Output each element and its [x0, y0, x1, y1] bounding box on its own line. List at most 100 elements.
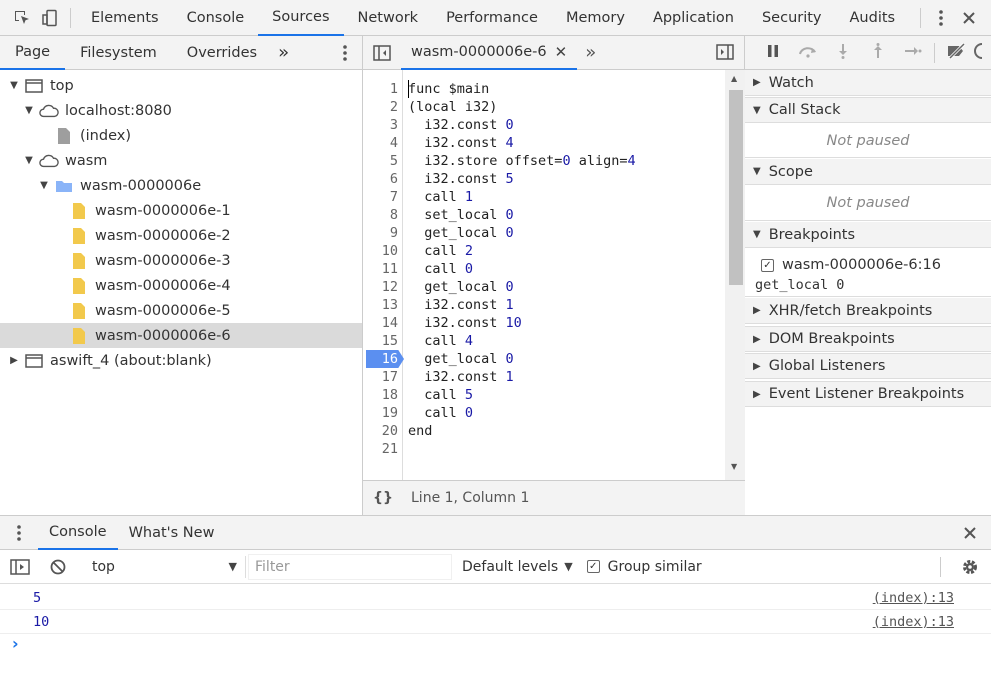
- line-number[interactable]: 5: [363, 152, 398, 170]
- line-number[interactable]: 14: [363, 314, 398, 332]
- drawer-tab-console[interactable]: Console: [38, 516, 118, 550]
- tree-item[interactable]: wasm-0000006e-2: [0, 223, 362, 248]
- scroll-up-arrow[interactable]: ▲: [731, 74, 737, 83]
- line-number[interactable]: 6: [363, 170, 398, 188]
- kebab-menu-icon[interactable]: [927, 0, 955, 36]
- line-number[interactable]: 13: [363, 296, 398, 314]
- tree-item[interactable]: ▼ top: [0, 73, 362, 98]
- line-number[interactable]: 12: [363, 278, 398, 296]
- tab-audits[interactable]: Audits: [836, 0, 910, 36]
- line-number[interactable]: 7: [363, 188, 398, 206]
- drawer-tab-whats-new[interactable]: What's New: [118, 516, 226, 550]
- tab-elements[interactable]: Elements: [77, 0, 173, 36]
- line-number[interactable]: 17: [363, 368, 398, 386]
- tab-application[interactable]: Application: [639, 0, 748, 36]
- tree-item[interactable]: wasm-0000006e-1: [0, 198, 362, 223]
- filter-input[interactable]: Filter: [248, 553, 452, 580]
- device-toolbar-icon[interactable]: [36, 0, 64, 36]
- scrollbar-thumb[interactable]: [729, 90, 743, 285]
- expand-triangle-icon[interactable]: ▼: [23, 105, 35, 116]
- breakpoints-section[interactable]: ▼ Breakpoints: [745, 222, 991, 248]
- close-icon[interactable]: [955, 0, 983, 36]
- xhr-breakpoints-section[interactable]: ▶ XHR/fetch Breakpoints: [745, 298, 991, 324]
- more-tabs-button[interactable]: »: [585, 42, 596, 63]
- step-over-icon[interactable]: [790, 44, 825, 62]
- console-prompt[interactable]: ›: [12, 634, 19, 653]
- group-similar-label: Group similar: [607, 558, 702, 575]
- tab-page[interactable]: Page: [0, 36, 66, 70]
- tab-console[interactable]: Console: [173, 0, 259, 36]
- watch-section[interactable]: ▶ Watch: [745, 70, 991, 96]
- dom-breakpoints-section[interactable]: ▶ DOM Breakpoints: [745, 326, 991, 352]
- tab-performance[interactable]: Performance: [432, 0, 552, 36]
- pause-on-exceptions-icon[interactable]: [974, 42, 982, 63]
- tab-network[interactable]: Network: [344, 0, 433, 36]
- step-icon[interactable]: [895, 45, 930, 61]
- line-number[interactable]: 11: [363, 260, 398, 278]
- group-similar-checkbox[interactable]: ✓: [586, 560, 600, 573]
- line-number[interactable]: 1: [363, 80, 398, 98]
- tab-memory[interactable]: Memory: [552, 0, 639, 36]
- tab-security[interactable]: Security: [748, 0, 836, 36]
- line-gutter[interactable]: 1 2 3 4 5 6 7 8 9 10 11 12 13 14 15 16 17 18 19 20 21: [363, 70, 404, 480]
- deactivate-breakpoints-icon[interactable]: [939, 42, 974, 63]
- console-settings-gear-icon[interactable]: [961, 558, 979, 580]
- call-stack-section[interactable]: ▼ Call Stack: [745, 97, 991, 123]
- editor-tab[interactable]: wasm-0000006e-6 ✕: [401, 36, 578, 70]
- step-into-icon[interactable]: [825, 43, 860, 63]
- scroll-down-arrow[interactable]: ▼: [731, 462, 737, 471]
- line-number[interactable]: 9: [363, 224, 398, 242]
- tab-sources[interactable]: Sources: [258, 0, 344, 36]
- tree-item[interactable]: ▼ wasm: [0, 148, 362, 173]
- close-tab-icon[interactable]: ✕: [555, 43, 568, 61]
- line-number[interactable]: 3: [363, 116, 398, 134]
- line-number[interactable]: 2: [363, 98, 398, 116]
- inspect-element-icon[interactable]: [8, 0, 36, 36]
- event-listener-breakpoints-section[interactable]: ▶ Event Listener Breakpoints: [745, 381, 991, 407]
- toggle-navigator-icon[interactable]: [363, 44, 401, 61]
- line-number[interactable]: 18: [363, 386, 398, 404]
- expand-triangle-icon[interactable]: ▼: [23, 155, 35, 166]
- line-number[interactable]: 15: [363, 332, 398, 350]
- scope-section[interactable]: ▼ Scope: [745, 159, 991, 185]
- line-number[interactable]: 19: [363, 404, 398, 422]
- kebab-menu-icon[interactable]: [342, 44, 348, 66]
- expand-triangle-icon[interactable]: ▼: [38, 180, 50, 191]
- close-drawer-icon[interactable]: [963, 526, 977, 544]
- tree-item[interactable]: wasm-0000006e-3: [0, 248, 362, 273]
- tree-item[interactable]: ▼ wasm-0000006e: [0, 173, 362, 198]
- console-message-source-link[interactable]: (index):13: [873, 590, 954, 606]
- code-area[interactable]: 1 2 3 4 5 6 7 8 9 10 11 12 13 14 15 16 17 18 19 20 21 func $…: [363, 70, 745, 480]
- line-number[interactable]: 8: [363, 206, 398, 224]
- tree-item[interactable]: ▼ localhost:8080: [0, 98, 362, 123]
- tree-item[interactable]: wasm-0000006e-5: [0, 298, 362, 323]
- clear-console-icon[interactable]: [40, 559, 76, 575]
- editor-scrollbar[interactable]: ▲ ▼: [725, 70, 745, 480]
- drawer-kebab-icon[interactable]: [0, 524, 38, 542]
- tab-filesystem[interactable]: Filesystem: [65, 36, 172, 70]
- breakpoint-marker[interactable]: 16: [366, 350, 404, 368]
- pretty-print-button[interactable]: {}: [373, 490, 401, 506]
- console-sidebar-icon[interactable]: [0, 558, 40, 575]
- line-number[interactable]: 21: [363, 440, 398, 458]
- tree-item[interactable]: wasm-0000006e-4: [0, 273, 362, 298]
- tree-item[interactable]: ▶ aswift_4 (about:blank): [0, 348, 362, 373]
- toggle-debugger-icon[interactable]: [716, 44, 734, 64]
- tree-item[interactable]: wasm-0000006e-6: [0, 323, 362, 348]
- context-selector[interactable]: top ▼: [76, 555, 246, 578]
- step-out-icon[interactable]: [860, 42, 895, 63]
- console-message-source-link[interactable]: (index):13: [873, 614, 954, 630]
- more-tabs-button[interactable]: »: [272, 36, 295, 70]
- breakpoint-checkbox[interactable]: ✓: [761, 258, 774, 272]
- group-similar-toggle[interactable]: ✓ Group similar: [586, 558, 702, 575]
- tab-overrides[interactable]: Overrides: [172, 36, 272, 70]
- pause-icon[interactable]: [755, 44, 790, 62]
- tree-item[interactable]: (index): [0, 123, 362, 148]
- log-levels-dropdown[interactable]: Default levels ▼: [462, 559, 573, 575]
- line-number[interactable]: 10: [363, 242, 398, 260]
- collapse-triangle-icon[interactable]: ▶: [8, 355, 20, 366]
- line-number[interactable]: 20: [363, 422, 398, 440]
- expand-triangle-icon[interactable]: ▼: [8, 80, 20, 91]
- line-number[interactable]: 4: [363, 134, 398, 152]
- global-listeners-section[interactable]: ▶ Global Listeners: [745, 353, 991, 379]
